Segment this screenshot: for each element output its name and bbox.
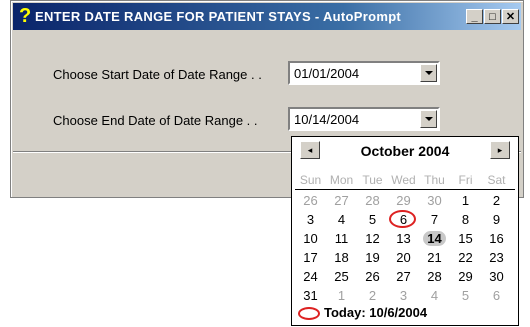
weekday-thu: Thu <box>424 173 445 187</box>
today-link[interactable]: Today: 10/6/2004 <box>298 305 427 321</box>
calendar-day[interactable]: 13 <box>388 230 419 248</box>
calendar-day[interactable]: 4 <box>419 287 450 305</box>
today-circle-icon <box>298 307 320 321</box>
calendar-day[interactable]: 6 <box>481 287 512 305</box>
calendar-day[interactable]: 7 <box>419 211 450 229</box>
calendar-day[interactable]: 5 <box>357 211 388 229</box>
weekday-wed: Wed <box>391 173 416 187</box>
prev-month-button[interactable]: ◂ <box>300 141 320 159</box>
calendar-day[interactable]: 27 <box>388 268 419 286</box>
calendar-day[interactable]: 18 <box>326 249 357 267</box>
calendar-day[interactable]: 19 <box>357 249 388 267</box>
calendar-day[interactable]: 1 <box>450 192 481 210</box>
calendar-day[interactable]: 8 <box>450 211 481 229</box>
calendar-day[interactable]: 1 <box>326 287 357 305</box>
calendar-dropdown: ◂ October 2004 ▸ Sun Mon Tue Wed Thu Fri Sat 2… <box>291 136 519 326</box>
calendar-day[interactable]: 29 <box>388 192 419 210</box>
calendar-day[interactable]: 29 <box>450 268 481 286</box>
calendar-day-today[interactable]: 6 <box>388 210 419 229</box>
window-title: ENTER DATE RANGE FOR PATIENT STAYS - Aut… <box>35 9 402 24</box>
today-label[interactable]: Today: 10/6/2004 <box>324 305 427 320</box>
calendar-month-title: October 2004 <box>360 143 450 159</box>
calendar-day[interactable]: 15 <box>450 230 481 248</box>
calendar-day[interactable]: 17 <box>295 249 326 267</box>
calendar-day[interactable]: 5 <box>450 287 481 305</box>
calendar-day[interactable]: 28 <box>357 192 388 210</box>
end-date-label: Choose End Date of Date Range . . <box>53 113 258 128</box>
calendar-day[interactable]: 2 <box>481 192 512 210</box>
minimize-button[interactable]: _ <box>466 9 483 24</box>
calendar-day[interactable]: 31 <box>295 287 326 305</box>
calendar-day[interactable]: 4 <box>326 211 357 229</box>
calendar-day[interactable]: 11 <box>326 230 357 248</box>
weekday-sat: Sat <box>487 173 506 187</box>
calendar-day[interactable]: 26 <box>357 268 388 286</box>
calendar-day[interactable]: 21 <box>419 249 450 267</box>
title-bar[interactable]: ? ENTER DATE RANGE FOR PATIENT STAYS - A… <box>13 3 521 30</box>
start-date-label: Choose Start Date of Date Range . . <box>53 67 262 82</box>
calendar-day[interactable]: 3 <box>388 287 419 305</box>
weekday-header: Sun Mon Tue Wed Thu Fri Sat <box>295 173 515 190</box>
help-question-icon: ? <box>19 5 32 27</box>
calendar-day-grid: 26 27 28 29 30 1 2 3 4 5 6 7 8 9 10 11 12 13 14 15 16 17 18 19 2… <box>295 192 515 304</box>
calendar-day[interactable]: 25 <box>326 268 357 286</box>
weekday-tue: Tue <box>362 173 383 187</box>
calendar-day[interactable]: 26 <box>295 192 326 210</box>
calendar-day[interactable]: 2 <box>357 287 388 305</box>
start-date-dropdown-arrow-icon[interactable] <box>420 64 437 82</box>
maximize-button[interactable]: □ <box>484 9 501 24</box>
calendar-day[interactable]: 9 <box>481 211 512 229</box>
next-month-button[interactable]: ▸ <box>490 141 510 159</box>
calendar-day[interactable]: 28 <box>419 268 450 286</box>
calendar-day[interactable]: 16 <box>481 230 512 248</box>
calendar-day[interactable]: 12 <box>357 230 388 248</box>
calendar-day[interactable]: 3 <box>295 211 326 229</box>
calendar-day-selected[interactable]: 14 <box>419 230 450 248</box>
calendar-day[interactable]: 30 <box>481 268 512 286</box>
start-date-combo[interactable]: 01/01/2004 <box>288 61 440 85</box>
close-button[interactable]: ✕ <box>502 9 519 24</box>
end-date-dropdown-arrow-icon[interactable] <box>420 110 437 128</box>
calendar-day[interactable]: 24 <box>295 268 326 286</box>
start-date-value[interactable]: 01/01/2004 <box>294 66 359 81</box>
weekday-mon: Mon <box>329 173 354 187</box>
calendar-day[interactable]: 30 <box>419 192 450 210</box>
calendar-day[interactable]: 22 <box>450 249 481 267</box>
end-date-combo[interactable]: 10/14/2004 <box>288 107 440 131</box>
calendar-day[interactable]: 10 <box>295 230 326 248</box>
weekday-sun: Sun <box>299 173 322 187</box>
weekday-fri: Fri <box>458 173 473 187</box>
calendar-day[interactable]: 27 <box>326 192 357 210</box>
calendar-day[interactable]: 23 <box>481 249 512 267</box>
end-date-value[interactable]: 10/14/2004 <box>294 112 359 127</box>
calendar-day[interactable]: 20 <box>388 249 419 267</box>
